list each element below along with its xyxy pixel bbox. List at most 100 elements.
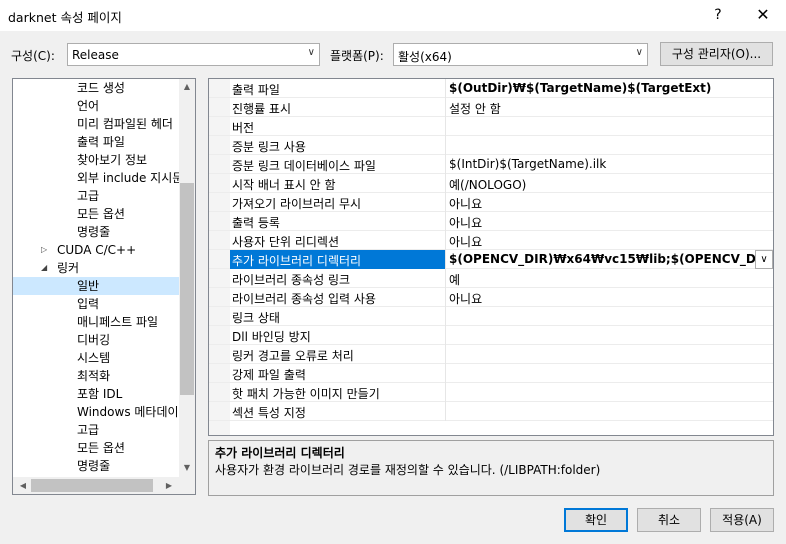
tree-item[interactable]: 포함 IDL xyxy=(77,385,122,403)
expand-icon[interactable]: ▷ xyxy=(41,245,47,254)
collapse-icon[interactable]: ◢ xyxy=(41,263,47,272)
tree-list: 코드 생성 언어 미리 컴파일된 헤더 출력 파일 찾아보기 정보 외부 include … xyxy=(13,79,179,477)
tree-vertical-scrollbar[interactable]: ▲ ▼ xyxy=(179,79,195,477)
column-divider xyxy=(445,402,446,421)
tree-item[interactable]: 모든 옵션 xyxy=(77,439,125,457)
scroll-thumb[interactable] xyxy=(31,479,153,492)
property-row[interactable]: 추가 라이브러리 디렉터리 $(OPENCV_DIR)₩x64₩vc15₩lib;… xyxy=(209,250,773,269)
property-row[interactable]: 가져오기 라이브러리 무시 아니요 xyxy=(209,193,773,212)
property-name: 증분 링크 사용 xyxy=(232,140,306,154)
tree-item[interactable]: 일반 xyxy=(77,277,99,295)
property-name: 출력 등록 xyxy=(232,216,280,230)
property-rows: 출력 파일 $(OutDir)₩$(TargetName)$(TargetExt)… xyxy=(209,79,773,435)
tree-item[interactable]: 고급 xyxy=(77,187,99,205)
window-title: darknet 속성 페이지 xyxy=(8,10,122,25)
property-name: 버전 xyxy=(232,121,255,135)
tree-item[interactable]: CUDA C/C++ xyxy=(57,241,136,259)
property-row[interactable]: 진행률 표시 설정 안 함 xyxy=(209,98,773,117)
column-divider xyxy=(445,155,446,174)
property-value[interactable]: 예(/NOLOGO) xyxy=(449,176,759,193)
category-tree: 코드 생성 언어 미리 컴파일된 헤더 출력 파일 찾아보기 정보 외부 include … xyxy=(12,78,196,495)
property-name: 사용자 단위 리디렉션 xyxy=(232,235,339,249)
config-select[interactable]: Release ∨ xyxy=(67,43,320,66)
close-icon[interactable]: ✕ xyxy=(748,4,778,26)
tree-item[interactable]: 매니페스트 파일 xyxy=(77,313,158,331)
property-row[interactable]: 버전 xyxy=(209,117,773,136)
column-divider xyxy=(445,193,446,212)
property-name: 링크 상태 xyxy=(232,311,280,325)
platform-label: 플랫폼(P): xyxy=(330,49,384,63)
property-value[interactable]: 아니요 xyxy=(449,290,759,307)
description-panel: 추가 라이브러리 디렉터리 사용자가 환경 라이브러리 경로를 재정의할 수 있… xyxy=(208,440,774,496)
tree-item[interactable]: 언어 xyxy=(77,97,99,115)
property-row[interactable]: 강제 파일 출력 xyxy=(209,364,773,383)
config-manager-button[interactable]: 구성 관리자(O)... xyxy=(660,42,773,66)
apply-button[interactable]: 적용(A) xyxy=(710,508,774,532)
tree-item[interactable]: 출력 파일 xyxy=(77,133,125,151)
property-row[interactable]: 출력 파일 $(OutDir)₩$(TargetName)$(TargetExt) xyxy=(209,79,773,98)
property-row[interactable]: 링커 경고를 오류로 처리 xyxy=(209,345,773,364)
column-divider xyxy=(445,174,446,193)
property-row[interactable]: 라이브러리 종속성 링크 예 xyxy=(209,269,773,288)
property-row[interactable]: 증분 링크 데이터베이스 파일 $(IntDir)$(TargetName).il… xyxy=(209,155,773,174)
tree-item[interactable]: 최적화 xyxy=(77,367,110,385)
property-value[interactable]: $(OPENCV_DIR)₩x64₩vc15₩lib;$(OPENCV_DIR)… xyxy=(449,252,759,266)
tree-item[interactable]: 링커 xyxy=(57,259,79,277)
scroll-up-icon[interactable]: ▲ xyxy=(179,82,195,91)
cancel-button[interactable]: 취소 xyxy=(637,508,701,532)
property-row[interactable]: 증분 링크 사용 xyxy=(209,136,773,155)
config-label: 구성(C): xyxy=(11,49,55,63)
tree-item[interactable]: 입력 xyxy=(77,295,99,313)
column-divider xyxy=(445,364,446,383)
tree-item[interactable]: 코드 생성 xyxy=(77,79,125,97)
tree-item[interactable]: Windows 메타데이터 xyxy=(77,403,179,421)
property-value[interactable]: 아니요 xyxy=(449,233,759,250)
property-row[interactable]: 섹션 특성 지정 xyxy=(209,402,773,421)
tree-item[interactable]: 찾아보기 정보 xyxy=(77,151,147,169)
chevron-down-icon[interactable]: ∨ xyxy=(755,250,773,269)
help-button[interactable]: ? xyxy=(706,4,730,26)
tree-item[interactable]: 명령줄 xyxy=(77,223,110,241)
column-divider xyxy=(445,231,446,250)
chevron-down-icon: ∨ xyxy=(307,47,315,58)
tree-item[interactable]: 외부 include 지시문 xyxy=(77,169,179,187)
chevron-down-icon: ∨ xyxy=(635,47,643,58)
tree-item[interactable]: 미리 컴파일된 헤더 xyxy=(77,115,173,133)
description-title: 추가 라이브러리 디렉터리 xyxy=(215,446,345,460)
tree-horizontal-scrollbar[interactable]: ◀ ▶ xyxy=(13,477,195,494)
property-grid: 출력 파일 $(OutDir)₩$(TargetName)$(TargetExt)… xyxy=(208,78,774,436)
platform-select[interactable]: 활성(x64) ∨ xyxy=(393,43,648,66)
tree-item[interactable]: 디버깅 xyxy=(77,331,110,349)
scroll-right-icon[interactable]: ▶ xyxy=(161,481,177,490)
title-bar: darknet 속성 페이지 ? ✕ xyxy=(0,0,786,31)
property-name: 핫 패치 가능한 이미지 만들기 xyxy=(232,387,380,401)
property-row[interactable]: 링크 상태 xyxy=(209,307,773,326)
column-divider xyxy=(445,136,446,155)
property-row[interactable]: 시작 배너 표시 안 함 예(/NOLOGO) xyxy=(209,174,773,193)
tree-item[interactable]: 시스템 xyxy=(77,349,110,367)
column-divider xyxy=(445,345,446,364)
property-value[interactable]: 설정 안 함 xyxy=(449,100,759,117)
property-row[interactable]: 라이브러리 종속성 입력 사용 아니요 xyxy=(209,288,773,307)
scroll-down-icon[interactable]: ▼ xyxy=(179,463,195,472)
property-row[interactable]: 사용자 단위 리디렉션 아니요 xyxy=(209,231,773,250)
column-divider xyxy=(445,117,446,136)
property-value[interactable]: $(IntDir)$(TargetName).ilk xyxy=(449,157,759,171)
property-value[interactable]: 아니요 xyxy=(449,214,759,231)
tree-item[interactable]: 모든 옵션 xyxy=(77,205,125,223)
ok-button[interactable]: 확인 xyxy=(564,508,628,532)
property-name: 진행률 표시 xyxy=(232,102,292,116)
property-row[interactable]: 출력 등록 아니요 xyxy=(209,212,773,231)
property-value[interactable]: 예 xyxy=(449,271,759,288)
scroll-thumb[interactable] xyxy=(180,183,194,395)
property-row[interactable]: Dll 바인딩 방지 xyxy=(209,326,773,345)
column-divider xyxy=(445,307,446,326)
property-value[interactable]: 아니요 xyxy=(449,195,759,212)
property-name: 강제 파일 출력 xyxy=(232,368,306,382)
property-name: 시작 배너 표시 안 함 xyxy=(232,178,336,192)
property-row[interactable]: 핫 패치 가능한 이미지 만들기 xyxy=(209,383,773,402)
tree-item[interactable]: 명령줄 xyxy=(77,457,110,475)
tree-item[interactable]: 고급 xyxy=(77,421,99,439)
scroll-left-icon[interactable]: ◀ xyxy=(15,481,31,490)
property-value[interactable]: $(OutDir)₩$(TargetName)$(TargetExt) xyxy=(449,81,759,95)
